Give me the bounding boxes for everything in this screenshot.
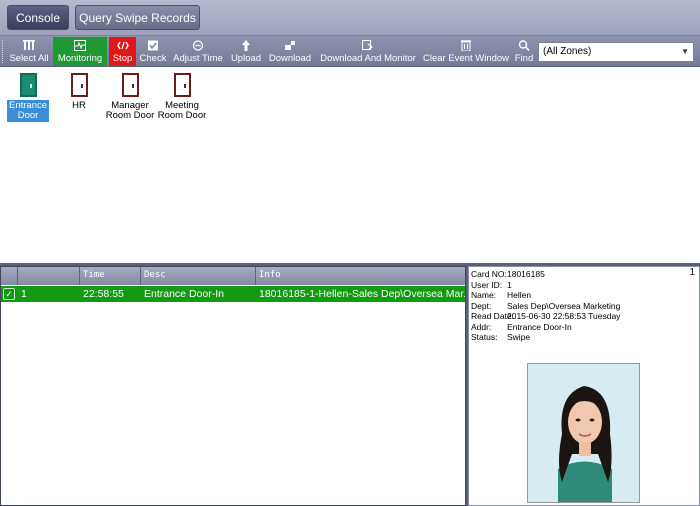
check-icon (148, 40, 158, 51)
detail-fields: Card NO:18016185 User ID: 1 Name: Hellen D… (471, 269, 620, 343)
detail-addr: Addr: Entrance Door-In (471, 321, 572, 332)
header-no[interactable] (18, 267, 80, 285)
door-manager-room[interactable]: Manager Room Door (102, 73, 158, 122)
check-button[interactable]: Check (138, 37, 168, 66)
monitoring-icon (74, 40, 86, 51)
table-row[interactable]: ✓ 1 22:58:55 Entrance Door-In 18016185-1… (1, 286, 465, 302)
trash-icon (461, 40, 471, 51)
detail-card-no: Card NO:18016185 (471, 269, 545, 279)
header-info[interactable]: Info (256, 267, 465, 285)
header-desc[interactable]: Desc (141, 267, 256, 285)
detail-name: Name: Hellen (471, 290, 532, 300)
chevron-down-icon: ▼ (681, 47, 689, 56)
tab-query-swipe-records[interactable]: Query Swipe Records (75, 5, 200, 30)
door-icon (70, 73, 88, 97)
door-label: Meeting Room Door (157, 100, 207, 121)
clear-event-window-button[interactable]: Clear Event Window (423, 37, 509, 66)
tab-console[interactable]: Console (7, 5, 69, 30)
find-button[interactable]: Find (513, 37, 535, 66)
stop-label: Stop (112, 53, 133, 64)
checkmark-icon[interactable]: ✓ (3, 288, 15, 300)
door-panel: Entrance Door HR Manager Room Door Meeting… (0, 67, 700, 263)
clock-icon (192, 40, 204, 51)
zone-select[interactable]: (All Zones) ▼ (538, 42, 694, 62)
door-entrance[interactable]: Entrance Door (0, 73, 56, 122)
download-button[interactable]: Download (267, 37, 313, 66)
select-all-label: Select All (9, 53, 49, 64)
download-monitor-icon (362, 40, 373, 51)
download-label: Download (268, 53, 312, 64)
row-info: 18016185-1-Hellen-Sales Dep\Oversea Mar.… (259, 288, 465, 300)
grid-header: Time Desc Info (1, 267, 465, 285)
monitoring-button[interactable]: Monitoring (53, 37, 107, 66)
door-icon (19, 73, 37, 97)
door-meeting-room[interactable]: Meeting Room Door (154, 73, 210, 122)
detail-panel: 1 Card NO:18016185 User ID: 1 Name: Hellen… (468, 266, 700, 506)
door-label: Manager Room Door (105, 100, 155, 121)
event-grid: Time Desc Info ✓ 1 22:58:55 Entrance Doo… (0, 266, 466, 506)
detail-user-id: User ID: 1 (471, 279, 512, 290)
check-label: Check (139, 53, 167, 64)
user-photo (527, 363, 640, 503)
door-hr[interactable]: HR (51, 73, 107, 112)
select-all-icon (23, 40, 35, 50)
door-label: HR (72, 100, 86, 111)
clear-event-window-label: Clear Event Window (422, 53, 510, 64)
detail-status: Status: Swipe (471, 332, 531, 342)
stop-button[interactable]: Stop (109, 37, 136, 66)
detail-dept: Dept: Sales Dep\Oversea Marketing (471, 300, 621, 311)
adjust-time-label: Adjust Time (173, 53, 223, 64)
header-check[interactable] (1, 267, 18, 285)
zone-select-value: (All Zones) (543, 46, 592, 57)
download-icon (285, 41, 295, 50)
row-no: 1 (21, 288, 27, 300)
adjust-time-button[interactable]: Adjust Time (172, 37, 224, 66)
person-photo-icon (528, 364, 639, 502)
upload-icon (242, 40, 250, 51)
top-tab-bar: Console Query Swipe Records (0, 0, 700, 36)
door-icon (121, 73, 139, 97)
record-count: 1 (689, 267, 695, 278)
select-all-button[interactable]: Select All (8, 37, 50, 66)
row-time: 22:58:55 (83, 288, 124, 300)
door-icon (173, 73, 191, 97)
stop-icon (116, 41, 129, 50)
download-and-monitor-button[interactable]: Download And Monitor (318, 37, 418, 66)
toolbar-grip (2, 40, 5, 63)
download-and-monitor-label: Download And Monitor (320, 53, 416, 64)
monitoring-label: Monitoring (57, 53, 103, 64)
upload-button[interactable]: Upload (229, 37, 263, 66)
search-icon (518, 40, 530, 51)
upload-label: Upload (230, 53, 262, 64)
header-time[interactable]: Time (80, 267, 141, 285)
door-label: Entrance Door (6, 100, 50, 122)
row-desc: Entrance Door-In (144, 288, 224, 300)
detail-read-date: Read Date:2015-06-30 22:58:53 Tuesday (471, 311, 621, 321)
find-label: Find (514, 53, 534, 64)
